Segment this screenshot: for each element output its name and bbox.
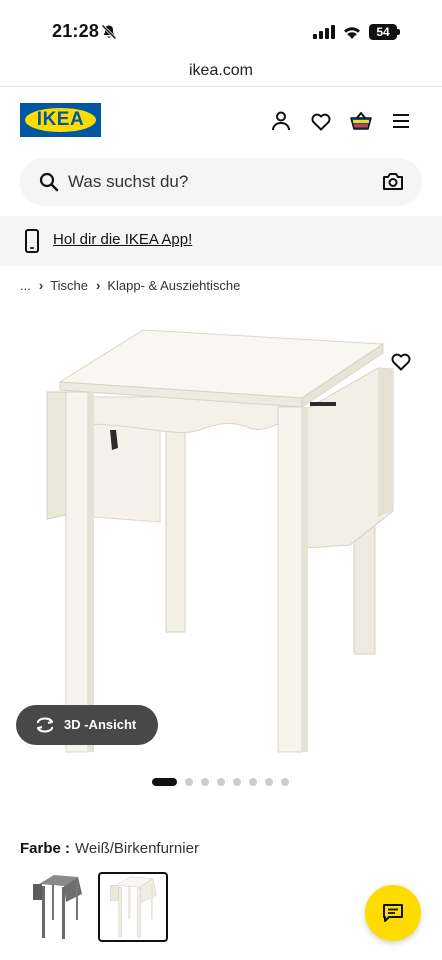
carousel-indicator	[0, 777, 442, 787]
chat-button[interactable]	[365, 885, 421, 941]
carousel-dot-active[interactable]	[152, 778, 177, 786]
breadcrumb: ... › Tische › Klapp- & Ausziehtische	[20, 278, 240, 293]
bell-slash-icon	[101, 24, 117, 40]
search-bar[interactable]: Was suchst du?	[20, 158, 422, 206]
white-table-thumbnail	[110, 876, 157, 938]
user-icon[interactable]	[269, 109, 293, 133]
chat-icon	[383, 904, 403, 922]
battery-level: 54	[369, 24, 397, 40]
chevron-right-icon: ›	[38, 278, 44, 293]
carousel-dot[interactable]	[185, 778, 193, 786]
status-time: 21:28	[52, 21, 100, 41]
variant-swatch-grey[interactable]	[22, 872, 92, 942]
wifi-icon	[344, 27, 360, 39]
favorite-heart-icon[interactable]	[389, 349, 413, 373]
logo-text: IKEA	[36, 109, 85, 130]
site-header: IKEA	[0, 87, 442, 157]
shopping-bag-icon[interactable]	[349, 109, 373, 133]
browser-url[interactable]: ikea.com	[0, 56, 442, 86]
heart-icon[interactable]	[309, 109, 333, 133]
chevron-right-icon: ›	[96, 278, 101, 293]
breadcrumb-ellipsis[interactable]: ...	[20, 278, 31, 293]
carousel-dot[interactable]	[233, 778, 241, 786]
smartphone-icon	[25, 229, 39, 253]
camera-icon[interactable]	[382, 170, 404, 192]
carousel-dot[interactable]	[281, 778, 289, 786]
color-info: Farbe : Weiß/Birkenfurnier	[20, 840, 199, 857]
signal-bars-icon	[313, 25, 335, 39]
app-link[interactable]: Hol dir die IKEA App!	[53, 231, 192, 248]
breadcrumb-item[interactable]: Klapp- & Ausziehtische	[107, 278, 240, 293]
product-image[interactable]	[0, 312, 442, 772]
rotate-3d-icon	[36, 717, 54, 733]
app-banner[interactable]: Hol dir die IKEA App!	[0, 216, 442, 266]
3d-view-button[interactable]: 3D -Ansicht	[16, 705, 158, 745]
battery-icon: 54	[369, 24, 400, 40]
search-input[interactable]: Was suchst du?	[68, 172, 188, 192]
color-label: Farbe :	[20, 840, 71, 857]
carousel-dot[interactable]	[265, 778, 273, 786]
carousel-dot[interactable]	[217, 778, 225, 786]
ikea-logo[interactable]: IKEA	[20, 103, 101, 137]
status-bar: 21:28 54	[0, 0, 442, 56]
carousel-dot[interactable]	[249, 778, 257, 786]
search-icon	[39, 172, 59, 192]
variant-swatch-white[interactable]	[98, 872, 168, 942]
3d-view-label: 3D -Ansicht	[64, 717, 137, 732]
carousel-dot[interactable]	[201, 778, 209, 786]
menu-icon[interactable]	[389, 109, 413, 133]
breadcrumb-item[interactable]: Tische	[50, 278, 88, 293]
color-value: Weiß/Birkenfurnier	[75, 840, 199, 857]
